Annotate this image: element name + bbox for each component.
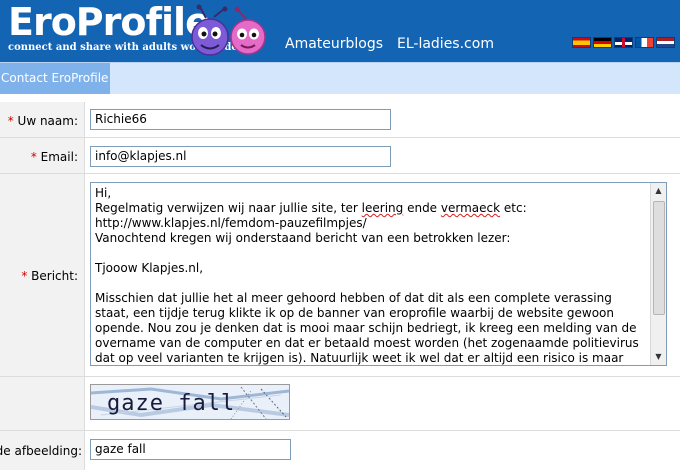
message-label: * Bericht:: [21, 269, 78, 283]
language-flags: [572, 37, 680, 49]
form-row-captcha-answer: de afbeelding: gaze fall: [0, 431, 680, 470]
name-input[interactable]: Richie66: [90, 109, 391, 130]
label-cell: * Bericht:: [0, 174, 85, 376]
scroll-up-arrow-icon[interactable]: ▲: [651, 183, 666, 199]
label-cell: de afbeelding:: [0, 431, 85, 470]
site-header: EroProfile® connect and share with adult…: [0, 0, 680, 62]
textarea-scrollbar[interactable]: ▲ ▼: [650, 183, 666, 365]
name-label: * Uw naam:: [8, 114, 78, 128]
logo-text: EroProfile: [8, 0, 211, 44]
captcha-answer-label: de afbeelding:: [0, 444, 82, 458]
french-flag-icon[interactable]: [635, 37, 654, 48]
spellcheck-word: vermaeck: [440, 201, 501, 215]
captcha-answer-input[interactable]: gaze fall: [90, 439, 291, 460]
nav-amateurblogs[interactable]: Amateurblogs: [285, 35, 383, 53]
label-cell: * Uw naam:: [0, 102, 85, 137]
name-label-text: Uw naam:: [17, 114, 78, 128]
form-row-captcha: gaze fall: [0, 377, 680, 431]
mascots-icon: [191, 4, 266, 56]
email-label: * Email:: [31, 150, 78, 164]
dutch-flag-icon[interactable]: [656, 37, 675, 48]
required-mark: *: [21, 269, 28, 283]
spanish-flag-icon[interactable]: [572, 37, 591, 48]
form-row-message: * Bericht: Hi, Regelmatig verwijzen wij …: [0, 174, 680, 377]
form-row-name: * Uw naam: Richie66: [0, 102, 680, 138]
page-title-bar: Contact EroProfile: [0, 62, 680, 94]
page-title: Contact EroProfile: [0, 63, 110, 94]
message-text: Hi, Regelmatig verwijzen wij naar jullie…: [95, 186, 639, 365]
email-label-text: Email:: [40, 150, 78, 164]
captcha-text: gaze fall: [107, 391, 236, 416]
german-flag-icon[interactable]: [593, 37, 612, 48]
email-input[interactable]: info@klapjes.nl: [90, 146, 391, 167]
captcha-image: gaze fall: [90, 384, 290, 420]
message-label-text: Bericht:: [31, 269, 78, 283]
required-mark: *: [30, 150, 37, 164]
scroll-down-arrow-icon[interactable]: ▼: [651, 349, 666, 365]
english-flag-icon[interactable]: [614, 37, 633, 48]
required-mark: *: [7, 114, 14, 128]
scrollbar-thumb[interactable]: [653, 201, 665, 315]
message-textarea[interactable]: Hi, Regelmatig verwijzen wij naar jullie…: [90, 182, 667, 366]
nav-el-ladies[interactable]: EL-ladies.com: [397, 35, 494, 53]
form-row-email: * Email: info@klapjes.nl: [0, 138, 680, 174]
label-cell: * Email:: [0, 138, 85, 173]
spellcheck-word: leering: [361, 201, 404, 215]
label-cell: [0, 377, 85, 430]
